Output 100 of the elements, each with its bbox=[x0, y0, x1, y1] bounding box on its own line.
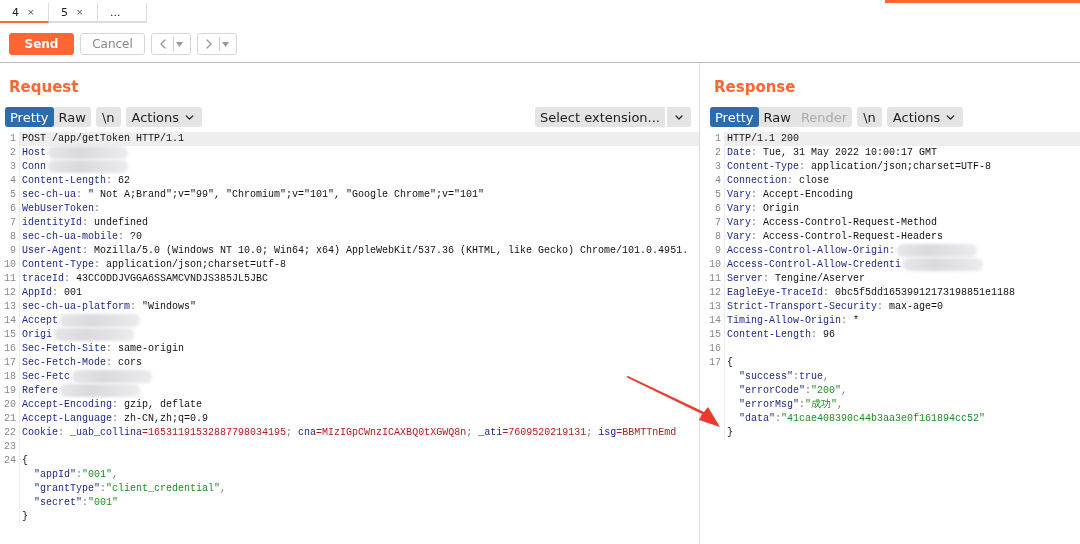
code-line: Content-Type: application/json;charset=UTF-8 bbox=[726, 160, 993, 174]
line-number: 16 bbox=[705, 342, 725, 356]
code-line: Vary: Access-Control-Request-Headers bbox=[726, 230, 945, 244]
line-number: 8 bbox=[705, 230, 725, 244]
tab-close[interactable]: × bbox=[76, 7, 84, 17]
line-number: 21 bbox=[0, 412, 20, 426]
line-number: 11 bbox=[0, 272, 20, 286]
line-number: 5 bbox=[0, 188, 20, 202]
line-number: 5 bbox=[705, 188, 725, 202]
code-line: Sec-Fetc bbox=[20, 370, 699, 384]
tab-label: 4 bbox=[12, 5, 19, 19]
newline-toggle[interactable]: \n bbox=[857, 107, 882, 127]
line-number: 10 bbox=[0, 258, 20, 272]
caret-icon bbox=[176, 41, 183, 47]
code-line: "appId":"001", bbox=[33, 468, 120, 482]
line-number: 17 bbox=[0, 356, 20, 370]
newline-toggle[interactable]: \n bbox=[95, 107, 121, 127]
line-number: 22 bbox=[0, 426, 20, 440]
code-line: Sec-Fetch-Mode: cors bbox=[21, 356, 144, 370]
dropdown-button[interactable] bbox=[667, 107, 691, 127]
code-line: Timing-Allow-Origin: * bbox=[726, 314, 861, 328]
code-line: AppId: 001 bbox=[21, 286, 84, 300]
line-number: 15 bbox=[705, 328, 725, 342]
code-line: Refere bbox=[20, 384, 699, 398]
code-line: sec-ch-ua: " Not A;Brand";v="99", "Chromium";v="101", "Google Chrome";v="101" bbox=[21, 188, 486, 202]
code-line: Server: Tengine/Aserver bbox=[726, 272, 867, 286]
code-line: Strict-Transport-Security: max-age=0 bbox=[726, 300, 945, 314]
panel-title: Response bbox=[713, 77, 796, 98]
code-line: User-Agent: Mozilla/5.0 (Windows NT 10.0; Win64; x64) AppleWebKit/537.36 (KHTML, like Gecko) Chrome/101.0.4951. bbox=[21, 244, 690, 258]
line-number: 3 bbox=[0, 160, 20, 174]
code-line: Conn bbox=[20, 160, 699, 174]
code-line: identityId: undefined bbox=[21, 216, 150, 230]
line-number: 8 bbox=[0, 230, 20, 244]
caret-icon bbox=[222, 41, 229, 47]
code-line: "data":"41cae408390c44b3aa3e0f161894cc52" bbox=[738, 412, 987, 426]
code-line: Sec-Fetch-Site: same-origin bbox=[21, 342, 186, 356]
code-line: sec-ch-ua-mobile: ?0 bbox=[21, 230, 144, 244]
tab-close[interactable]: × bbox=[27, 7, 35, 17]
line-number: 13 bbox=[705, 300, 725, 314]
code-line: Content-Length: 62 bbox=[21, 174, 132, 188]
line-number: 14 bbox=[705, 314, 725, 328]
code-line: sec-ch-ua-platform: "Windows" bbox=[21, 300, 198, 314]
code-line: Origi bbox=[20, 328, 699, 342]
code-line: Date: Tue, 31 May 2022 10:00:17 GMT bbox=[726, 146, 939, 160]
tab-label: ... bbox=[110, 5, 121, 19]
line-number: 23 bbox=[0, 440, 20, 454]
line-number: 9 bbox=[0, 244, 20, 258]
code-line: Accept bbox=[20, 314, 699, 328]
code-line: } bbox=[21, 510, 29, 524]
view-tab[interactable]: Raw bbox=[53, 107, 91, 127]
code-line: { bbox=[726, 356, 734, 370]
code-line: Vary: Accept-Encoding bbox=[726, 188, 855, 202]
code-line: EagleEye-TraceId: 0bc5f5dd16539912173198851e1188 bbox=[726, 286, 1017, 300]
line-number: 18 bbox=[0, 370, 20, 384]
request-tab[interactable]: 5 × bbox=[49, 3, 98, 23]
line-number: 4 bbox=[705, 174, 725, 188]
line-number: 11 bbox=[705, 272, 725, 286]
line-number: 6 bbox=[0, 202, 20, 216]
code-line: Cookie: _uab_collina=16531191532887798034195; cna=MIzIGpCWnzICAXBQ0tXGWQ8n; _ati=7609520219131; isg=BBMTTnEmd bbox=[21, 426, 678, 440]
panel-title: Request bbox=[8, 77, 79, 98]
line-number: 6 bbox=[705, 202, 725, 216]
actions-menu[interactable]: Actions bbox=[125, 107, 203, 127]
code-line: { bbox=[21, 454, 29, 468]
code-line: Access-Control-Allow-Credenti bbox=[725, 258, 1080, 272]
code-line: Accept-Language: zh-CN,zh;q=0.9 bbox=[21, 412, 210, 426]
tab-label: 5 bbox=[61, 5, 68, 19]
code-line: Vary: Access-Control-Request-Method bbox=[726, 216, 939, 230]
view-tab[interactable]: Pretty bbox=[5, 107, 54, 127]
actions-menu[interactable]: Actions bbox=[886, 107, 964, 127]
line-number: 12 bbox=[705, 286, 725, 300]
line-number: 7 bbox=[705, 216, 725, 230]
extension-select[interactable]: Select extension... bbox=[535, 107, 665, 127]
line-number: 3 bbox=[705, 160, 725, 174]
code-line: Content-Type: application/json;charset=utf-8 bbox=[21, 258, 288, 272]
line-number: 24 bbox=[0, 454, 20, 468]
line-number: 10 bbox=[705, 258, 725, 272]
line-number: 19 bbox=[0, 384, 20, 398]
view-tab[interactable]: Raw bbox=[758, 107, 796, 127]
code-line: Content-Length: 96 bbox=[726, 328, 837, 342]
line-number: 2 bbox=[0, 146, 20, 160]
line-number: 7 bbox=[0, 216, 20, 230]
code-line: "secret":"001" bbox=[33, 496, 120, 510]
code-line: Host bbox=[20, 146, 699, 160]
code-line: "success":true, bbox=[738, 370, 831, 384]
view-tab[interactable]: Pretty bbox=[710, 107, 759, 127]
code-line: } bbox=[726, 426, 734, 440]
request-tab[interactable]: 4 × bbox=[0, 3, 49, 23]
line-number: 9 bbox=[705, 244, 725, 258]
line-number: 15 bbox=[0, 328, 20, 342]
line-number: 2 bbox=[705, 146, 725, 160]
line-number: 20 bbox=[0, 398, 20, 412]
code-line: "errorCode":"200", bbox=[738, 384, 849, 398]
code-line: WebUserToken: bbox=[21, 202, 102, 216]
line-number: 13 bbox=[0, 300, 20, 314]
line-number: 12 bbox=[0, 286, 20, 300]
request-tab[interactable]: ... bbox=[98, 3, 147, 23]
code-line: Vary: Origin bbox=[726, 202, 801, 216]
code-line: traceId: 43CCODDJVGGA6SSAMCVNDJS385JL5JBC bbox=[21, 272, 270, 286]
code-line: "grantType":"client_credential", bbox=[33, 482, 228, 496]
code-line: Accept-Encoding: gzip, deflate bbox=[21, 398, 204, 412]
